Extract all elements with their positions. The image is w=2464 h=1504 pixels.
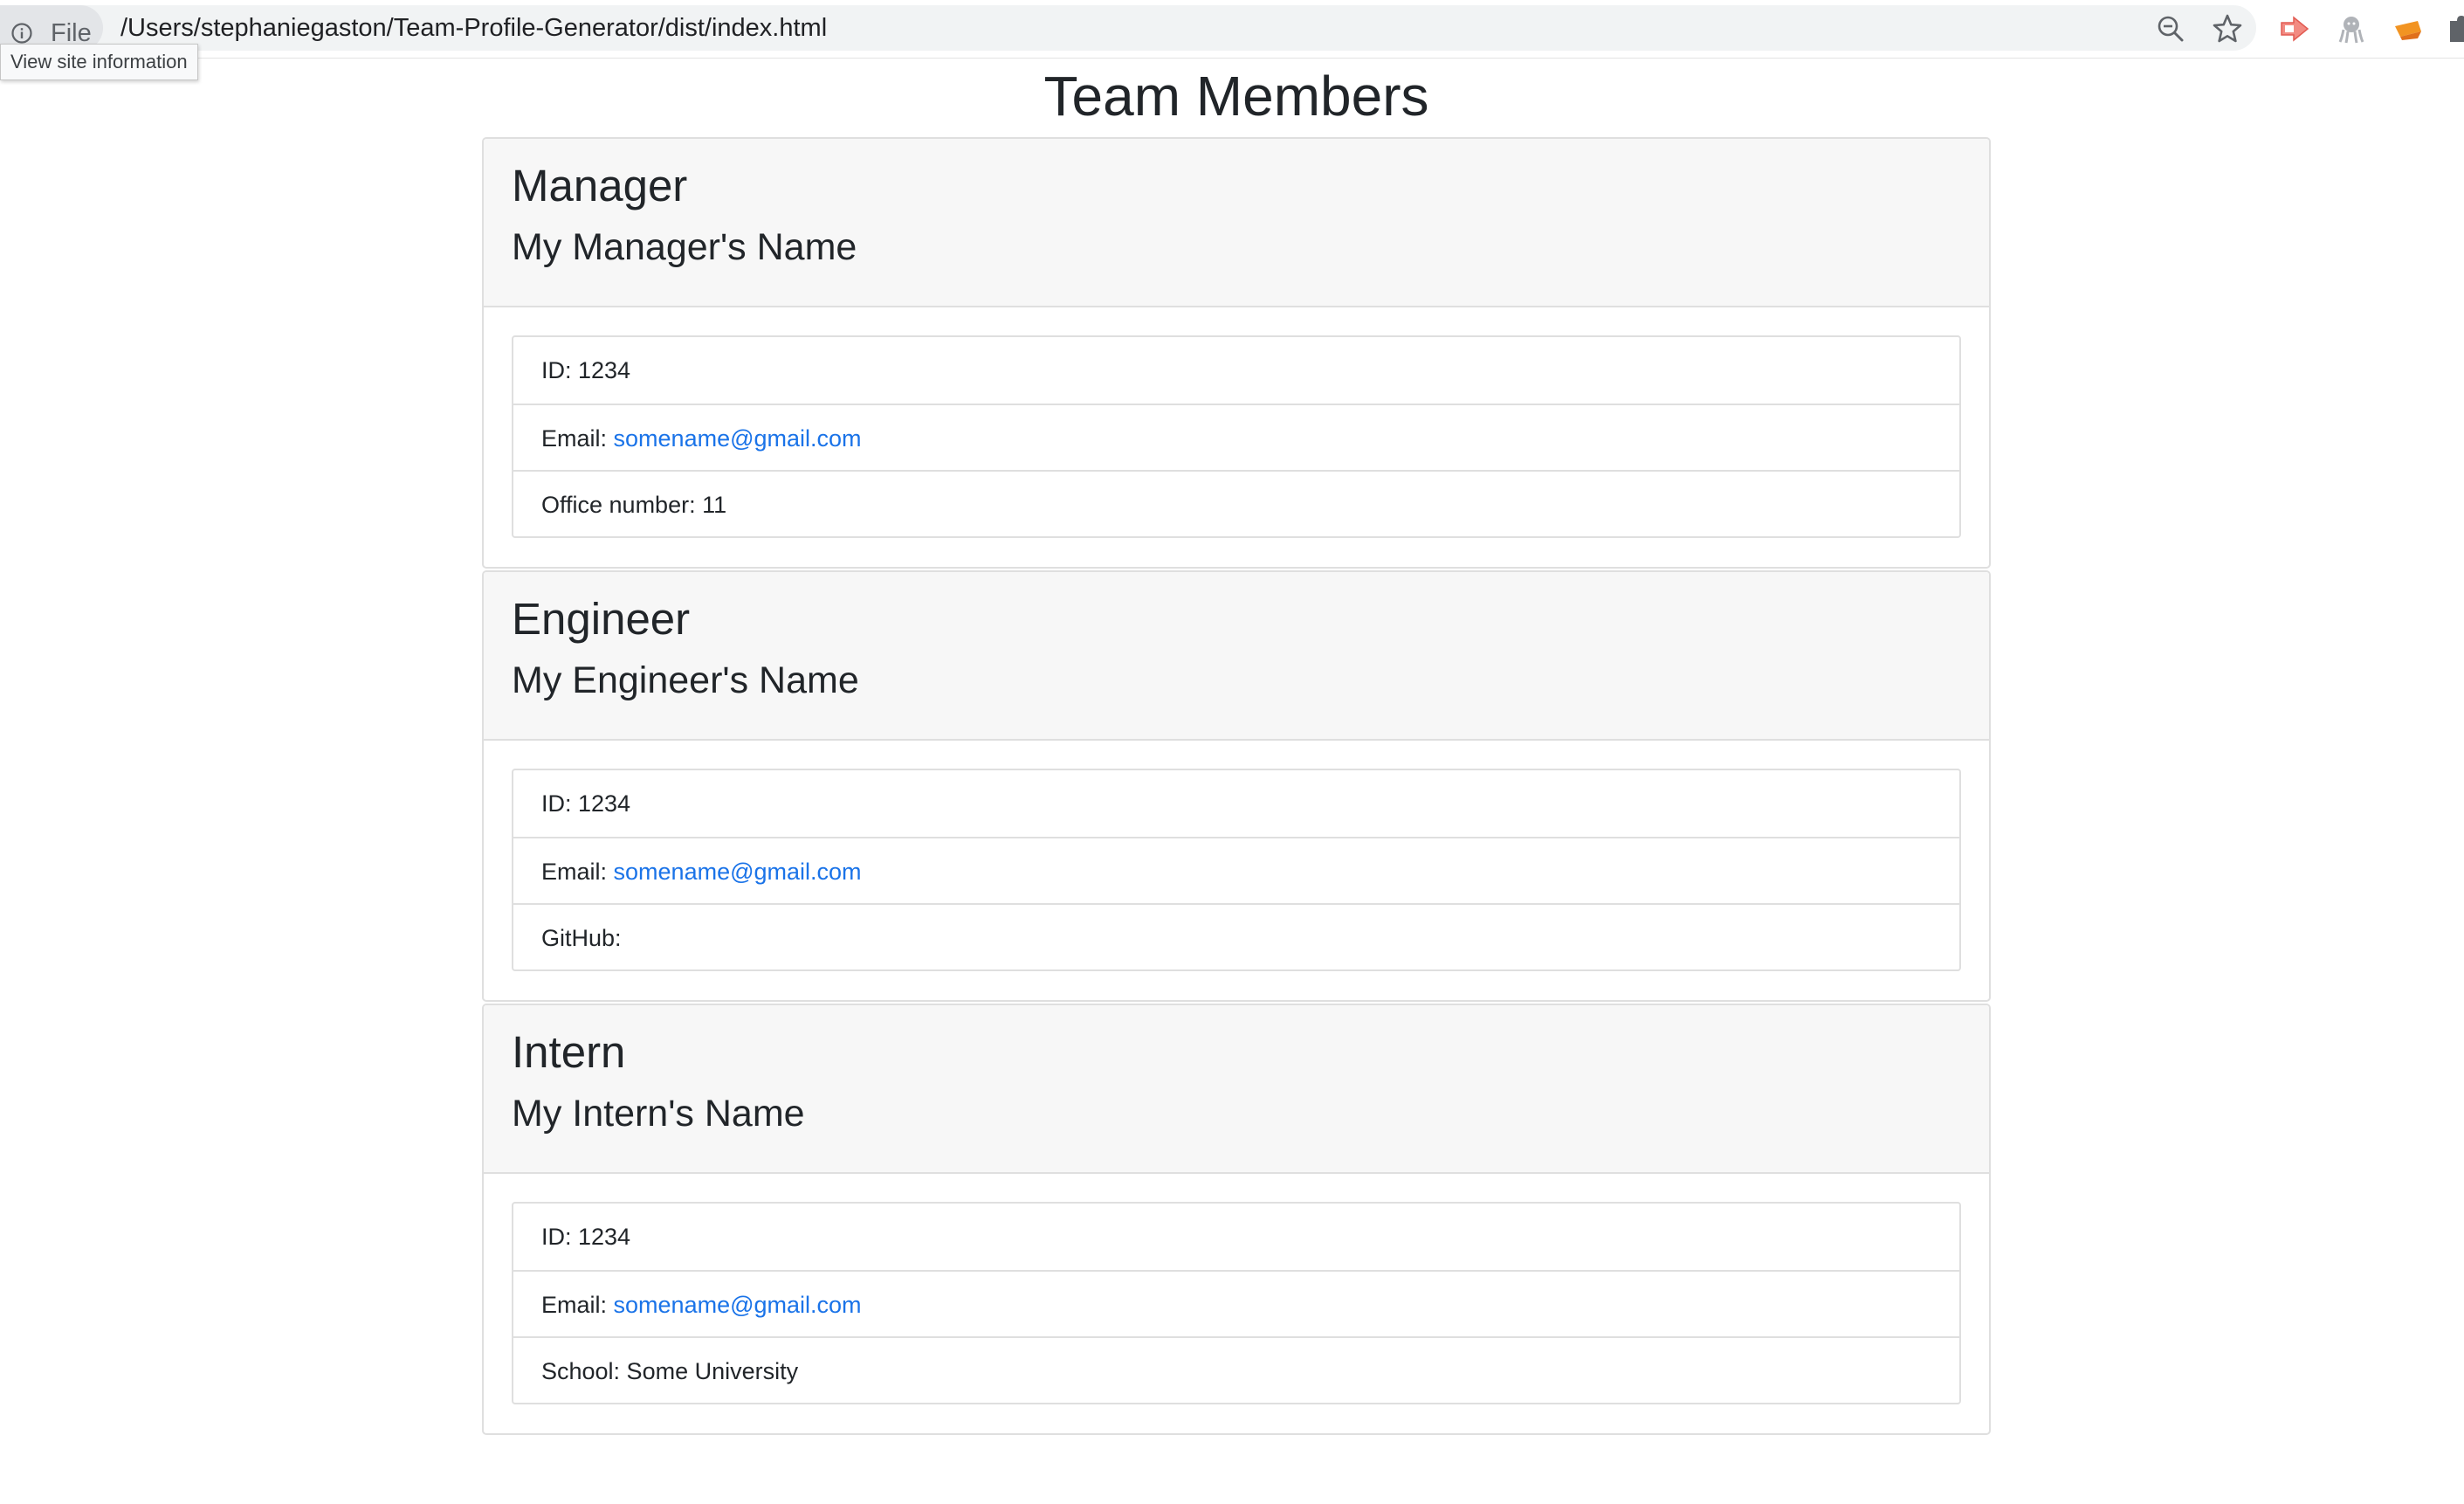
info-list: ID: 1234 Email: somename@gmail.com GitHu…	[512, 769, 1961, 971]
engineer-card: Engineer My Engineer's Name ID: 1234 Ema…	[482, 570, 1991, 1002]
id-item: ID: 1234	[541, 357, 631, 383]
email-item: Email: somename@gmail.com	[513, 837, 1959, 903]
extension-arrow-icon[interactable]	[2278, 12, 2311, 45]
url-text[interactable]: /Users/stephaniegaston/Team-Profile-Gene…	[120, 11, 827, 45]
card-header: Intern My Intern's Name	[484, 1005, 1989, 1174]
team-cards: Manager My Manager's Name ID: 1234 Email…	[482, 137, 1991, 1437]
email-item: Email: somename@gmail.com	[513, 404, 1959, 470]
email-link[interactable]: somename@gmail.com	[614, 425, 862, 452]
id-item: ID: 1234	[541, 1224, 631, 1250]
page-title: Team Members	[1043, 65, 1429, 128]
card-member-name: My Intern's Name	[512, 1093, 805, 1135]
info-list: ID: 1234 Email: somename@gmail.com Offic…	[512, 335, 1961, 538]
info-icon	[11, 23, 32, 44]
manager-card: Manager My Manager's Name ID: 1234 Email…	[482, 137, 1991, 569]
site-info-tooltip: View site information	[0, 44, 198, 80]
star-icon[interactable]	[2212, 13, 2243, 45]
intern-card: Intern My Intern's Name ID: 1234 Email: …	[482, 1004, 1991, 1435]
card-body: ID: 1234 Email: somename@gmail.com Offic…	[484, 307, 1989, 538]
zoom-icon[interactable]	[2156, 14, 2185, 44]
github-item: GitHub:	[513, 903, 1959, 969]
id-item: ID: 1234	[541, 790, 631, 817]
extension-octopus-icon[interactable]	[2335, 12, 2368, 45]
email-link[interactable]: somename@gmail.com	[614, 859, 862, 885]
card-role: Manager	[512, 161, 688, 210]
email-label: Email:	[541, 425, 614, 452]
card-member-name: My Engineer's Name	[512, 659, 859, 701]
card-header: Manager My Manager's Name	[484, 139, 1989, 307]
browser-toolbar: File /Users/stephaniegaston/Team-Profile…	[0, 0, 2464, 59]
email-item: Email: somename@gmail.com	[513, 1270, 1959, 1336]
email-link[interactable]: somename@gmail.com	[614, 1292, 862, 1318]
card-body: ID: 1234 Email: somename@gmail.com GitHu…	[484, 741, 1989, 971]
card-body: ID: 1234 Email: somename@gmail.com Schoo…	[484, 1174, 1989, 1404]
card-role: Engineer	[512, 594, 691, 644]
puzzle-icon[interactable]	[2445, 12, 2464, 45]
office-number-item: Office number: 11	[513, 470, 1959, 536]
card-header: Engineer My Engineer's Name	[484, 572, 1989, 741]
card-member-name: My Manager's Name	[512, 226, 857, 268]
email-label: Email:	[541, 1292, 614, 1318]
info-list: ID: 1234 Email: somename@gmail.com Schoo…	[512, 1202, 1961, 1404]
email-label: Email:	[541, 859, 614, 885]
card-role: Intern	[512, 1027, 626, 1077]
extension-orange-icon[interactable]	[2392, 12, 2425, 45]
school-item: School: Some University	[513, 1336, 1959, 1403]
